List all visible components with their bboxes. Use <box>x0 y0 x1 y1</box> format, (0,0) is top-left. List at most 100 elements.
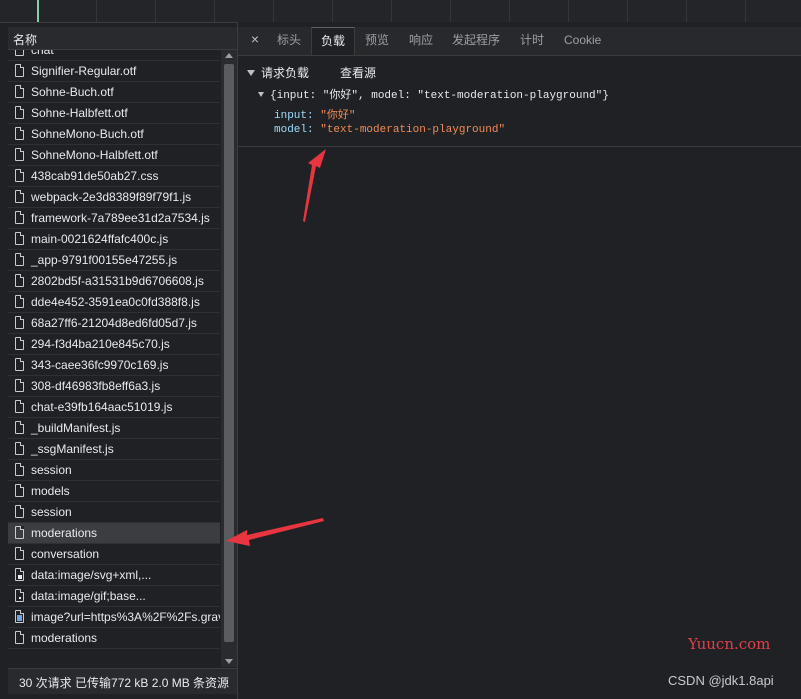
request-row[interactable]: chat-e39fb164aac51019.js <box>8 397 220 418</box>
payload-object-summary[interactable]: {input: "你好", model: "text-moderation-pl… <box>258 86 609 102</box>
scroll-down-icon[interactable] <box>225 659 233 664</box>
request-row[interactable]: conversation <box>8 544 220 565</box>
request-row[interactable]: chat <box>8 50 220 61</box>
request-row[interactable]: Sohne-Buch.otf <box>8 82 220 103</box>
request-row[interactable]: 308-df46983fb8eff6a3.js <box>8 376 220 397</box>
request-row[interactable]: SohneMono-Halbfett.otf <box>8 145 220 166</box>
timeline-gridline <box>509 0 510 22</box>
file-icon <box>15 484 24 497</box>
request-row[interactable]: 294-f3d4ba210e845c70.js <box>8 334 220 355</box>
request-row[interactable]: Sohne-Halbfett.otf <box>8 103 220 124</box>
tab-initiator[interactable]: 发起程序 <box>443 27 509 55</box>
request-name: dde4e452-3591ea0c0fd388f8.js <box>31 295 200 309</box>
property-key: input <box>274 110 308 122</box>
site-watermark: Yuucn.com <box>688 635 771 653</box>
payload-object-text: {input: "你好", model: "text-moderation-pl… <box>270 90 609 102</box>
name-column-header[interactable]: 名称 <box>8 27 237 50</box>
timeline-gridline <box>450 0 451 22</box>
request-row[interactable]: session <box>8 460 220 481</box>
tab-cookies[interactable]: Cookie <box>555 27 610 55</box>
timeline-marker <box>37 0 39 22</box>
timeline-gridline <box>391 0 392 22</box>
request-name: session <box>31 505 72 519</box>
request-name: models <box>31 484 70 498</box>
request-payload-title: 请求负载 <box>261 66 310 80</box>
close-icon[interactable]: × <box>247 31 263 47</box>
request-row[interactable]: moderations <box>8 628 220 649</box>
request-name: chat-e39fb164aac51019.js <box>31 400 173 414</box>
request-row[interactable]: webpack-2e3d8389f89f79f1.js <box>8 187 220 208</box>
request-name: chat <box>31 50 54 57</box>
file-icon <box>15 337 24 350</box>
file-icon <box>15 400 24 413</box>
file-icon <box>15 148 24 161</box>
request-name: _ssgManifest.js <box>31 442 114 456</box>
request-name: moderations <box>31 631 98 645</box>
file-icon <box>15 274 24 287</box>
timeline-gridline <box>96 0 97 22</box>
request-row[interactable]: data:image/gif;base... <box>8 586 220 607</box>
request-row[interactable]: models <box>8 481 220 502</box>
property-value: "text-moderation-playground" <box>320 124 506 136</box>
request-list-panel: 名称 chat Signifier-Regular.otf Sohne-Buch.o… <box>8 27 237 694</box>
tab-response[interactable]: 响应 <box>400 27 442 55</box>
request-row[interactable]: 2802bd5f-a31531b9d6706608.js <box>8 271 220 292</box>
file-icon <box>15 463 24 476</box>
tab-preview[interactable]: 预览 <box>356 27 398 55</box>
network-timeline-overview[interactable] <box>0 0 801 23</box>
request-name: 294-f3d4ba210e845c70.js <box>31 337 170 351</box>
request-list-scrollbar[interactable] <box>221 50 237 667</box>
author-watermark: CSDN @jdk1.8api <box>668 673 774 688</box>
request-row[interactable]: main-0021624ffafc400c.js <box>8 229 220 250</box>
request-row[interactable]: SohneMono-Buch.otf <box>8 124 220 145</box>
request-row[interactable]: dde4e452-3591ea0c0fd388f8.js <box>8 292 220 313</box>
timeline-gridline <box>745 0 746 22</box>
request-name: 2802bd5f-a31531b9d6706608.js <box>31 274 204 288</box>
timeline-gridline <box>155 0 156 22</box>
request-row[interactable]: 343-caee36fc9970c169.js <box>8 355 220 376</box>
blue-image-file-icon <box>15 610 24 623</box>
request-row[interactable]: _app-9791f00155e47255.js <box>8 250 220 271</box>
request-row[interactable]: data:image/svg+xml,... <box>8 565 220 586</box>
timeline-gridline <box>332 0 333 22</box>
file-icon <box>15 379 24 392</box>
request-row[interactable]: framework-7a789ee31d2a7534.js <box>8 208 220 229</box>
timeline-gridline <box>686 0 687 22</box>
file-icon <box>15 358 24 371</box>
name-column-label: 名称 <box>13 33 38 47</box>
property-value: "你好" <box>320 110 356 122</box>
request-name: webpack-2e3d8389f89f79f1.js <box>31 190 192 204</box>
view-source-link[interactable]: 查看源 <box>340 64 376 81</box>
request-row[interactable]: 438cab91de50ab27.css <box>8 166 220 187</box>
request-row[interactable]: image?url=https%3A%2F%2Fs.grav... <box>8 607 220 628</box>
request-row[interactable]: 68a27ff6-21204d8ed6fd05d7.js <box>8 313 220 334</box>
payload-property-model[interactable]: model: "text-moderation-playground" <box>274 124 505 136</box>
scrollbar-thumb[interactable] <box>224 64 234 642</box>
tab-headers[interactable]: 标头 <box>268 27 310 55</box>
request-name: framework-7a789ee31d2a7534.js <box>31 211 210 225</box>
payload-property-input[interactable]: input: "你好" <box>274 106 355 122</box>
request-row[interactable]: moderations <box>8 523 220 544</box>
expand-triangle-icon[interactable] <box>247 70 255 76</box>
request-name: image?url=https%3A%2F%2Fs.grav... <box>31 610 220 624</box>
request-payload-header[interactable]: 请求负载 <box>247 64 309 81</box>
file-icon <box>15 211 24 224</box>
tab-timing[interactable]: 计时 <box>511 27 553 55</box>
file-icon <box>15 106 24 119</box>
file-icon <box>15 547 24 560</box>
gif-file-icon <box>15 589 24 602</box>
request-row[interactable]: _buildManifest.js <box>8 418 220 439</box>
request-row[interactable]: Signifier-Regular.otf <box>8 61 220 82</box>
scroll-up-icon[interactable] <box>225 53 233 58</box>
request-name: session <box>31 463 72 477</box>
request-name: _buildManifest.js <box>31 421 121 435</box>
file-icon <box>15 631 24 644</box>
file-icon <box>15 421 24 434</box>
detail-tab-bar: × 标头 负载 预览 响应 发起程序 计时 Cookie <box>238 27 801 56</box>
tab-payload[interactable]: 负载 <box>311 27 356 55</box>
request-name: data:image/gif;base... <box>31 589 146 603</box>
request-name: _app-9791f00155e47255.js <box>31 253 178 267</box>
expand-triangle-icon[interactable] <box>258 92 264 97</box>
request-row[interactable]: _ssgManifest.js <box>8 439 220 460</box>
request-row[interactable]: session <box>8 502 220 523</box>
